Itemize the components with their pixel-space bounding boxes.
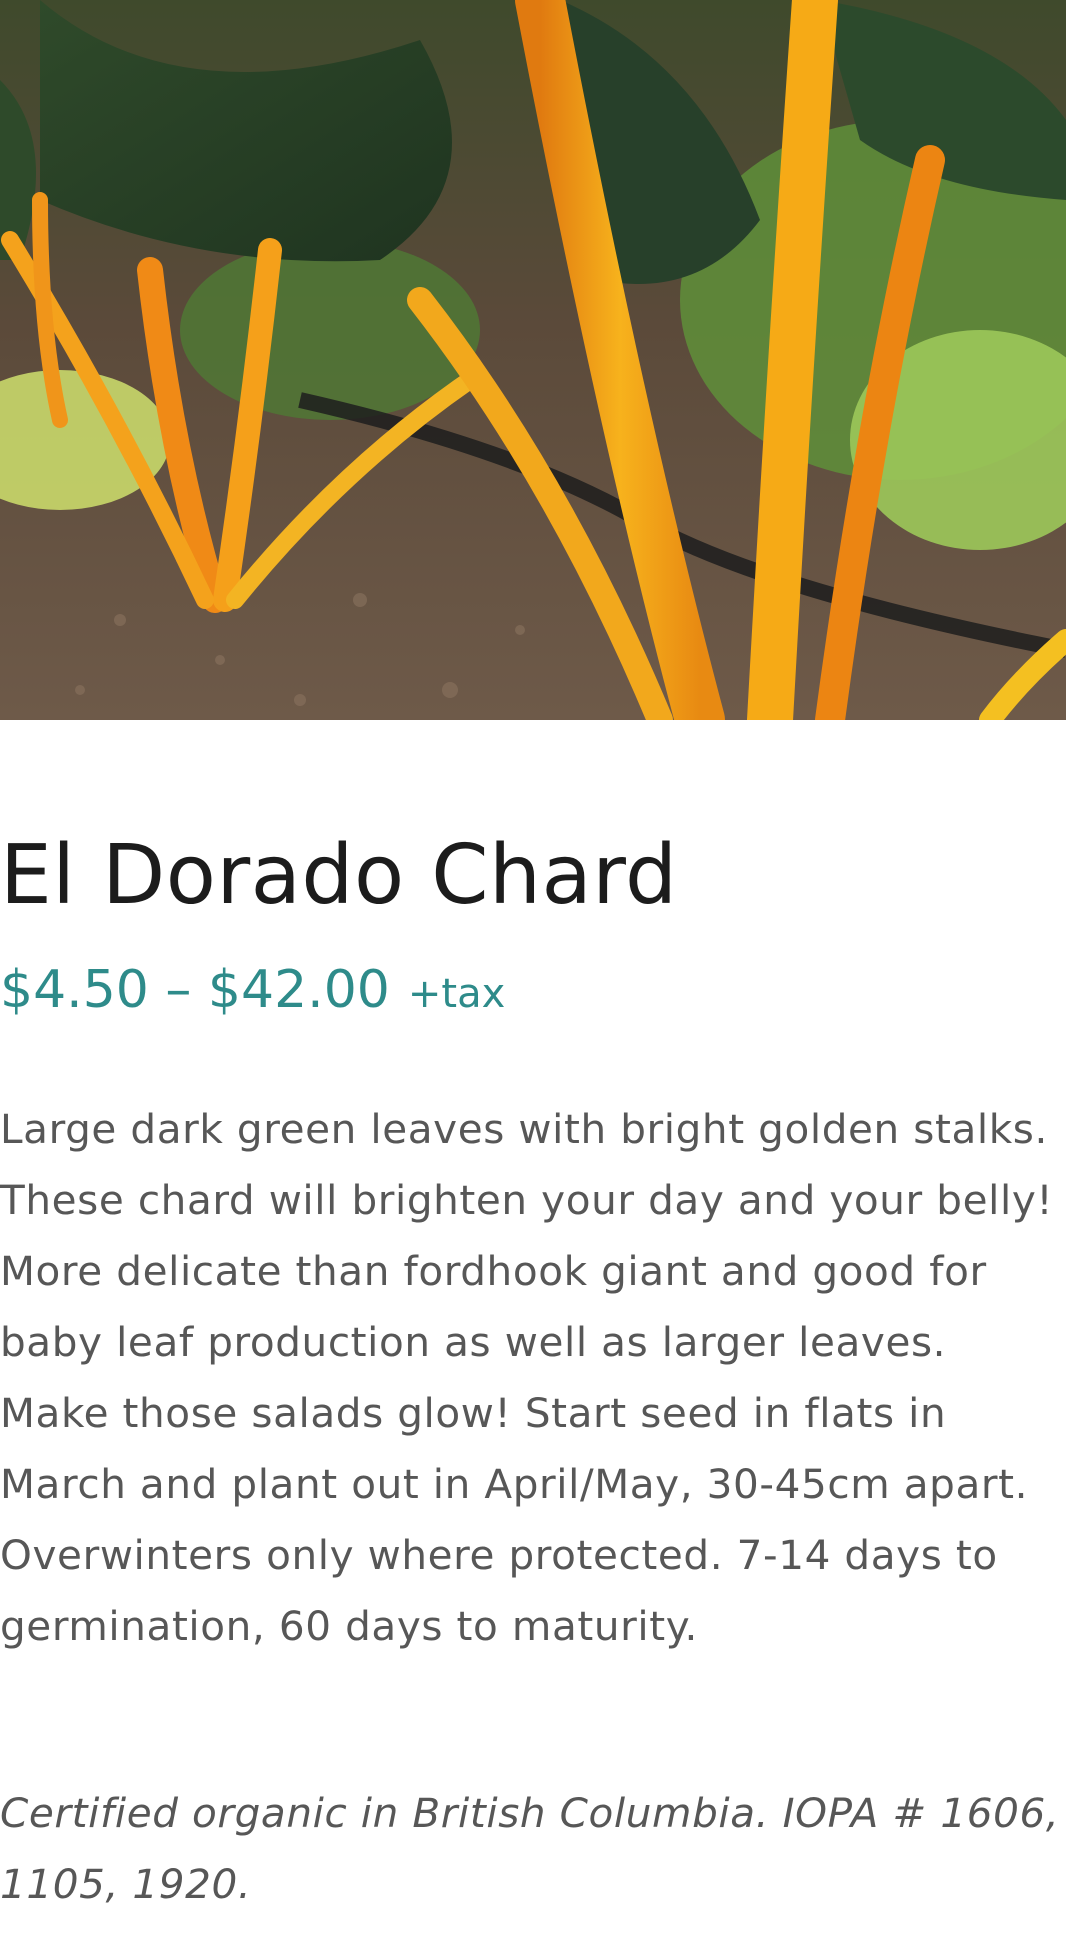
certification-note: Certified organic in British Columbia. I… xyxy=(0,1789,1060,1908)
price-range: $4.50 – $42.00 xyxy=(0,960,390,1020)
chard-photo-illustration xyxy=(0,0,1066,720)
product-description: Large dark green leaves with bright gold… xyxy=(0,1105,1054,1650)
product-image[interactable] xyxy=(0,0,1066,720)
price-tax-suffix: +tax xyxy=(407,971,506,1017)
price-row: $4.50 – $42.00 +tax xyxy=(0,958,505,1026)
product-title: El Dorado Chard xyxy=(0,828,678,923)
